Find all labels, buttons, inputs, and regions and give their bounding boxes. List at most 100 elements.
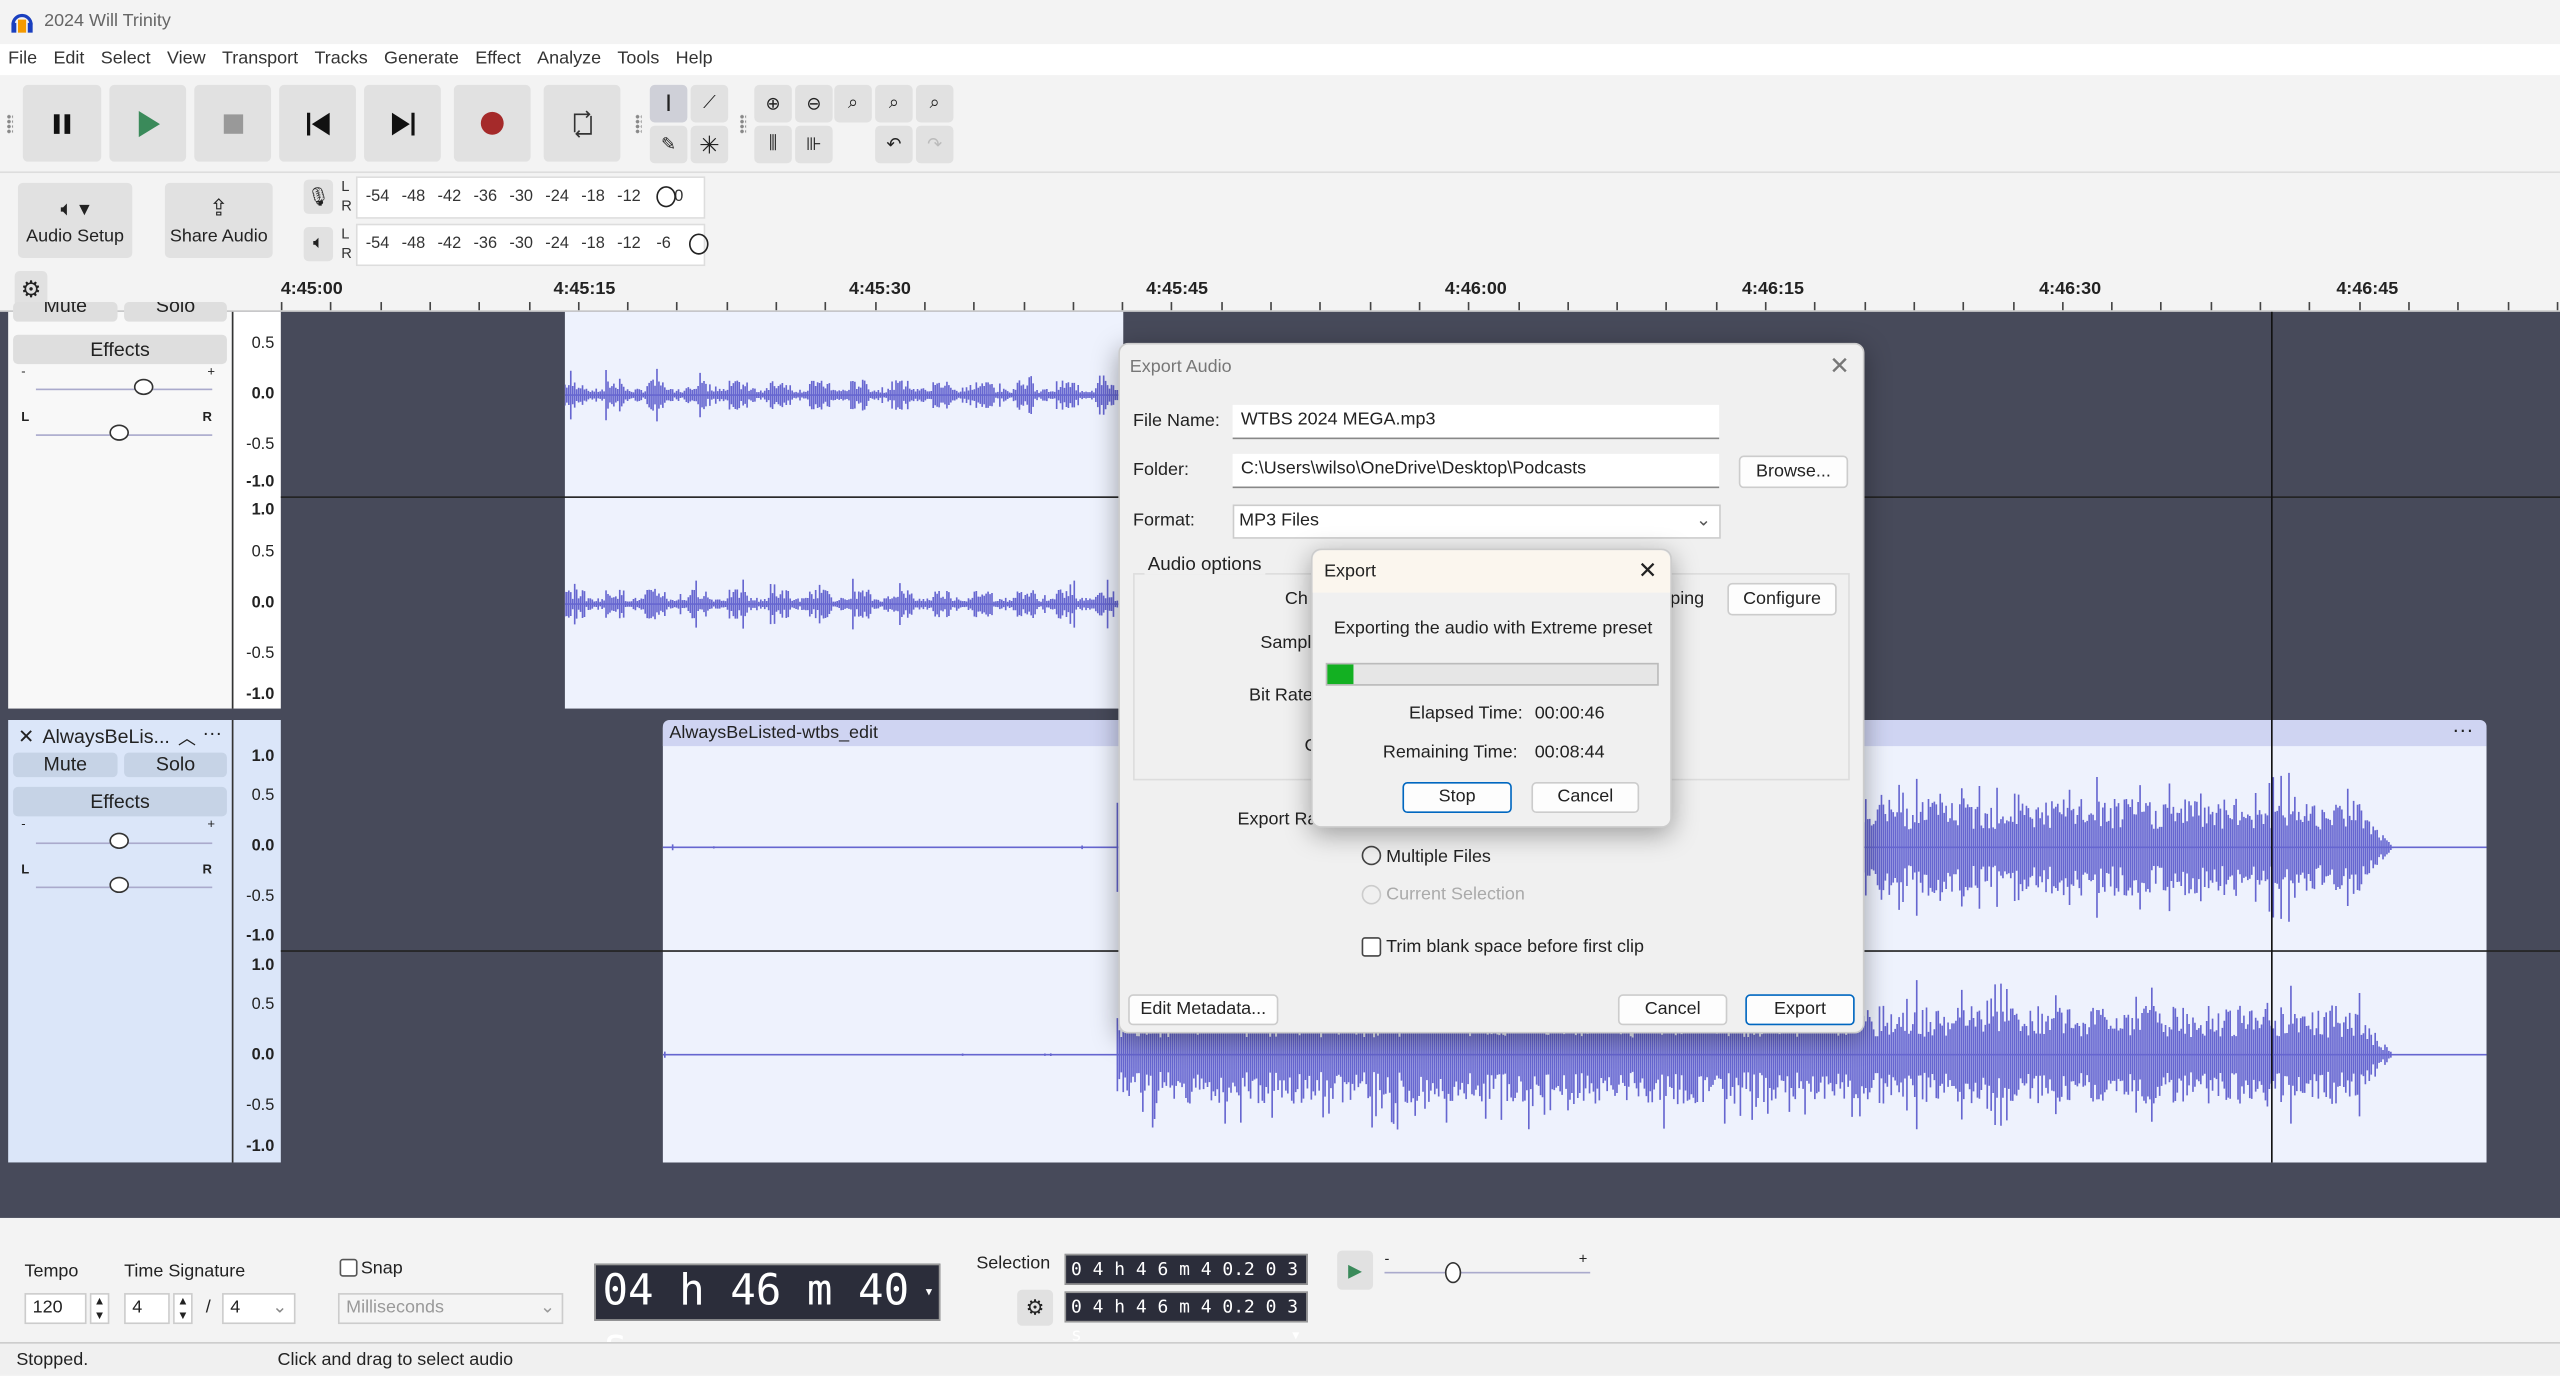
fit-selection-button[interactable]: ⌕ — [834, 84, 872, 123]
stop-button[interactable]: Stop — [1402, 782, 1512, 814]
menu-generate[interactable]: Generate — [376, 44, 467, 75]
track-menu-icon[interactable]: ··· — [202, 722, 222, 745]
track-vertical-scale[interactable]: 1.0 0.5 0.0 -0.5 -1.0 1.0 0.5 0.0 -0.5 -1.0 — [231, 719, 281, 1163]
loop-button[interactable] — [543, 84, 621, 162]
time-sig-spinner[interactable]: ▲ ▼ — [173, 1293, 193, 1325]
selection-end[interactable]: 0 4 h 4 6 m 4 0.2 0 3 s ▾ — [1064, 1291, 1308, 1345]
play-button[interactable] — [109, 84, 187, 162]
format-select[interactable]: MP3 Files ⌄ — [1232, 504, 1721, 539]
file-name-input[interactable]: WTBS 2024 MEGA.mp3 — [1232, 404, 1720, 440]
menu-tools[interactable]: Tools — [609, 44, 667, 75]
pan-slider-thumb[interactable] — [109, 876, 129, 894]
loop-icon — [573, 109, 592, 137]
selection-tool-button[interactable]: I — [649, 84, 688, 123]
playback-meter-button[interactable]: 🔈︎ — [303, 226, 334, 262]
multi-tool-button[interactable]: ✳ — [690, 125, 729, 164]
menu-edit[interactable]: Edit — [45, 44, 92, 75]
menu-view[interactable]: View — [159, 44, 214, 75]
menu-effect[interactable]: Effect — [467, 44, 529, 75]
draw-tool-button[interactable]: ✎ — [649, 125, 688, 164]
configure-button[interactable]: Configure — [1727, 582, 1837, 616]
edit-metadata-button[interactable]: Edit Metadata... — [1128, 994, 1279, 1026]
track-control-panel[interactable]: ✕ AlwaysBeLis... ︿ ··· Mute Solo Effects… — [8, 719, 232, 1163]
gain-slider-thumb[interactable] — [109, 832, 129, 849]
pause-button[interactable] — [22, 84, 102, 162]
timeline-tick — [1913, 302, 1915, 311]
record-button[interactable] — [453, 84, 531, 162]
current-selection-radio[interactable] — [1361, 884, 1382, 905]
solo-button[interactable]: Solo — [124, 302, 227, 322]
selection-start[interactable]: 0 4 h 4 6 m 4 0.2 0 3 s▾ — [1064, 1253, 1308, 1308]
zoom-in-button[interactable]: ⊕ — [754, 84, 792, 123]
cancel-button[interactable]: Cancel — [1531, 782, 1640, 814]
trim-button[interactable]: ⫼ — [754, 125, 792, 164]
playback-speed-thumb[interactable] — [1444, 1262, 1462, 1284]
tempo-input[interactable]: 120 — [24, 1293, 87, 1325]
fit-project-button[interactable]: ⌕ — [875, 84, 913, 123]
gain-slider[interactable] — [35, 388, 213, 391]
close-icon[interactable]: ✕ — [1829, 351, 1850, 381]
clip-menu-icon[interactable]: ··· — [2452, 717, 2473, 743]
time-sig-denominator[interactable]: 4 ⌄ — [222, 1293, 296, 1325]
menu-analyze[interactable]: Analyze — [529, 44, 609, 75]
toolbar-grip[interactable] — [739, 114, 747, 134]
playback-meter[interactable]: L R -54 -48 -42 -36 -30 -24 -18 -12 -6 — [341, 223, 709, 267]
record-meter-button[interactable]: 🎙︎ — [303, 179, 334, 214]
timeline-ruler[interactable]: ⚙ 4:45:00 4:45:15 4:45:30 4:45:45 4:46:00 4:4… — [0, 269, 2560, 312]
browse-button[interactable]: Browse... — [1738, 455, 1849, 489]
time-display[interactable]: 04 h 46 m 40 s▾ — [594, 1263, 941, 1370]
pan-slider-thumb[interactable] — [109, 424, 129, 441]
trim-checkbox[interactable] — [1361, 937, 1382, 957]
skip-to-end-button[interactable] — [364, 84, 441, 162]
envelope-tool-button[interactable]: ⟋ — [690, 84, 729, 123]
skip-to-start-button[interactable] — [279, 84, 356, 162]
track-name[interactable]: AlwaysBeLis... — [42, 725, 169, 748]
collapse-track-icon[interactable]: ︿ — [178, 725, 196, 751]
tempo-spinner[interactable]: ▲ ▼ — [89, 1293, 110, 1325]
snap-checkbox[interactable] — [339, 1258, 358, 1277]
silence-button[interactable]: ⊪ — [795, 125, 833, 164]
toolbar-grip[interactable] — [6, 114, 14, 134]
mute-button[interactable]: Mute — [13, 302, 118, 322]
status-hint: Click and drag to select audio — [277, 1350, 514, 1370]
audio-clip[interactable] — [564, 311, 1124, 709]
playback-speed-slider[interactable] — [1384, 1271, 1591, 1274]
title-bar: 2024 Will Trinity — [0, 0, 2560, 45]
record-meter[interactable]: L R -54 -48 -42 -36 -30 -24 -18 -12 0 — [341, 176, 706, 219]
track-vertical-scale[interactable]: 0.5 0.0 -0.5 -1.0 1.0 0.5 0.0 -0.5 -1.0 — [231, 311, 281, 709]
stop-button[interactable] — [194, 84, 272, 162]
time-sig-numerator[interactable]: 4 — [124, 1293, 170, 1325]
solo-button[interactable]: Solo — [124, 752, 227, 778]
snap-unit-select[interactable]: Milliseconds ⌄ — [337, 1293, 564, 1325]
menu-file[interactable]: File — [0, 44, 45, 75]
mute-button[interactable]: Mute — [13, 752, 118, 778]
menu-help[interactable]: Help — [667, 44, 720, 75]
multiple-files-radio[interactable] — [1361, 845, 1382, 866]
zoom-toggle-button[interactable]: ⌕ — [915, 84, 954, 123]
timeline-tick — [2259, 302, 2262, 311]
gain-slider-thumb[interactable] — [133, 378, 154, 396]
scale-label: 0.5 — [251, 334, 275, 353]
zoom-out-button[interactable]: ⊖ — [795, 84, 833, 123]
close-icon[interactable]: ✕ — [1638, 557, 1657, 585]
scale-label: 1.0 — [251, 747, 275, 766]
track-control-panel[interactable]: Mute Solo Effects - + L R — [8, 302, 232, 709]
play-at-speed-button[interactable]: ▶ — [1337, 1250, 1374, 1290]
effects-button[interactable]: Effects — [13, 334, 227, 365]
close-track-icon[interactable]: ✕ — [18, 725, 34, 748]
menu-tracks[interactable]: Tracks — [306, 44, 376, 75]
export-button[interactable]: Export — [1745, 994, 1855, 1026]
selection-settings-button[interactable]: ⚙ — [1017, 1289, 1054, 1326]
meter-level-thumb[interactable] — [688, 233, 709, 255]
toolbar-grip[interactable] — [635, 114, 642, 134]
effects-button[interactable]: Effects — [13, 786, 227, 817]
meter-level-thumb[interactable] — [656, 186, 676, 208]
menu-select[interactable]: Select — [93, 44, 159, 75]
cancel-button[interactable]: Cancel — [1617, 994, 1728, 1026]
folder-input[interactable]: C:\Users\wilso\OneDrive\Desktop\Podcasts — [1232, 453, 1720, 489]
audio-setup-button[interactable]: 🔈︎ ▾ Audio Setup — [17, 182, 133, 258]
share-audio-button[interactable]: ⇪ Share Audio — [164, 182, 273, 258]
redo-button[interactable]: ↷ — [915, 125, 954, 164]
undo-button[interactable]: ↶ — [875, 125, 913, 164]
menu-transport[interactable]: Transport — [214, 44, 307, 75]
